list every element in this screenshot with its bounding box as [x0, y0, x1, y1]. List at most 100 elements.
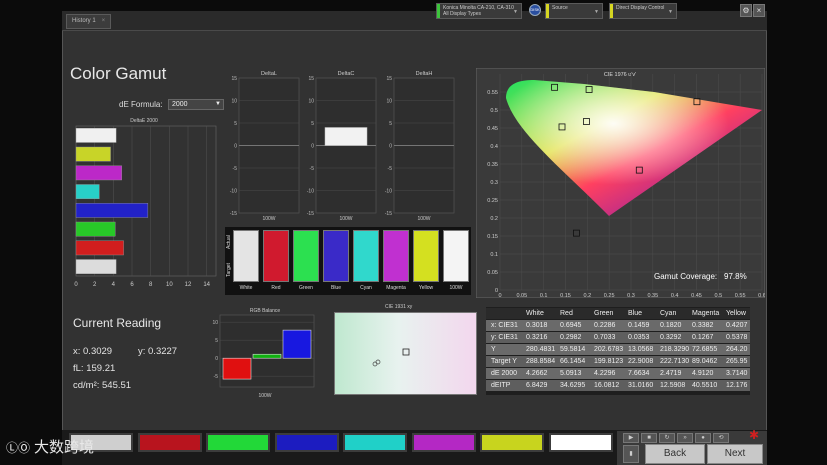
- deltae-bar-chart: DeltaE 2000 0 2 4 6 8 10 12 14: [74, 118, 217, 288]
- delta-tick-label: -5: [388, 166, 393, 172]
- rgb-bar-g: [252, 353, 282, 359]
- color-tile-cyan: [353, 230, 379, 282]
- table-cell: 0.7033: [594, 334, 616, 341]
- patch-swatch[interactable]: [137, 433, 202, 452]
- color-tile-label: Yellow: [418, 285, 434, 291]
- color-tile-yellow: [413, 230, 439, 282]
- table-header-cell: Green: [594, 310, 614, 317]
- display-control-select[interactable]: Direct Display Control ▼: [609, 3, 677, 19]
- cie76-x-tick: 0.15: [560, 293, 571, 298]
- cie76-x-tick: 0.05: [516, 293, 527, 298]
- gear-icon[interactable]: ⚙: [740, 4, 752, 17]
- table-cell: 264.20: [726, 346, 748, 353]
- table-cell: 218.3290: [660, 346, 690, 353]
- color-tile-red: [263, 230, 289, 282]
- current-reading-title: Current Reading: [73, 316, 162, 330]
- table-cell: 0.2982: [560, 334, 582, 341]
- table-cell: 22.9008: [628, 358, 654, 365]
- cie76-y-tick: 0.45: [487, 126, 498, 132]
- delta-tick-label: 0: [234, 144, 237, 150]
- reading-y: y: 0.3227: [138, 346, 178, 357]
- stop-button-icon[interactable]: ■: [641, 433, 657, 443]
- watermark: ⓁⓄ 大数跨境: [6, 436, 94, 457]
- patch-swatch[interactable]: [343, 433, 407, 452]
- color-tile-magenta: [383, 230, 409, 282]
- source-status-bar: [546, 4, 549, 18]
- table-cell: 16.0812: [594, 382, 620, 389]
- rgb-bar-b: [282, 329, 312, 359]
- patch-swatch[interactable]: [274, 433, 339, 452]
- table-cell: 265.95: [726, 358, 748, 365]
- source-label: Source: [552, 5, 568, 11]
- chevron-down-icon: ▼: [215, 101, 221, 107]
- loop-icon[interactable]: ↻: [659, 433, 675, 443]
- pause-icon[interactable]: ▮: [623, 445, 639, 463]
- close-icon[interactable]: ×: [753, 4, 765, 17]
- rgb-tick-label: 0: [215, 356, 218, 362]
- delta-tick-label: -15: [385, 211, 392, 217]
- table-cell: 222.7130: [660, 358, 690, 365]
- table-cell: 72.6855: [692, 346, 718, 353]
- patch-swatch[interactable]: [411, 433, 476, 452]
- rgb-tick-label: -5: [214, 374, 219, 380]
- delta-tick-label: 5: [234, 121, 237, 127]
- next-button[interactable]: Next: [707, 444, 763, 464]
- cie76-y-tick: 0: [495, 288, 498, 294]
- patch-swatch[interactable]: [480, 433, 544, 452]
- cie76-y-tick: 0.1: [490, 252, 498, 258]
- cie1976-title: CIE 1976 u'v': [604, 72, 636, 78]
- deltae-bar-cyan: [75, 184, 100, 199]
- source-select[interactable]: Source ▼: [545, 3, 603, 19]
- table-header-cell: Yellow: [726, 310, 746, 317]
- patch-swatch[interactable]: [548, 433, 613, 452]
- table-cell: 12.5908: [660, 382, 686, 389]
- device-status-bar: [437, 4, 440, 18]
- disk-icon[interactable]: DISK: [529, 4, 541, 16]
- table-cell: 3.7140: [726, 370, 748, 377]
- patch-swatch[interactable]: [206, 433, 270, 452]
- table-header-cell: Blue: [628, 310, 643, 317]
- back-button[interactable]: Back: [645, 444, 705, 464]
- record-icon[interactable]: ●: [695, 433, 711, 443]
- de-formula-select[interactable]: 2000 ▼: [168, 99, 224, 110]
- cie76-y-tick: 0.4: [490, 144, 498, 150]
- table-cell: 66.1454: [560, 358, 586, 365]
- table-cell: 0.4207: [726, 322, 748, 329]
- table-cell: 89.0462: [692, 358, 718, 365]
- rgb-tick-label: 10: [212, 320, 218, 326]
- step-icon[interactable]: »: [677, 433, 693, 443]
- table-cell: 0.3382: [692, 322, 714, 329]
- table-cell: 2.4719: [660, 370, 682, 377]
- cie76-x-tick: 0.2: [584, 293, 592, 298]
- chevron-down-icon: ▼: [513, 9, 518, 15]
- cie76-x-tick: 0: [498, 293, 501, 298]
- play-icon[interactable]: ▶: [623, 433, 639, 443]
- color-tiles-panel: Actual Target White Red Green Blue Cyan Magen…: [225, 227, 471, 295]
- rgb-balance-label: 100W: [258, 393, 271, 399]
- color-tile-100w: [443, 230, 469, 282]
- table-cell: y: CIE31: [491, 334, 518, 341]
- history-tab[interactable]: History 1 ×: [66, 14, 112, 29]
- table-cell: 0.1820: [660, 322, 682, 329]
- delta-tick-label: -10: [307, 189, 314, 195]
- rgb-balance-title: RGB Balance: [250, 308, 281, 314]
- meter-device-select[interactable]: Konica Minolta CA-210, CA-310 All Displa…: [436, 3, 522, 19]
- delta-tick-label: 5: [311, 121, 314, 127]
- cie76-x-tick: 0.25: [604, 293, 615, 298]
- repeat-icon[interactable]: ⟲: [713, 433, 729, 443]
- stop-icon[interactable]: ✱: [749, 428, 759, 442]
- rgb-tick-label: 5: [215, 338, 218, 344]
- deltae-bar-red: [75, 240, 124, 256]
- table-cell: 0.3018: [526, 322, 548, 329]
- table-cell: 280.4831: [526, 346, 556, 353]
- delta-tick-label: -10: [230, 189, 237, 195]
- cie1931-title: CIE 1931 xy: [385, 304, 413, 310]
- delta-tick-label: -5: [310, 166, 315, 172]
- rgb-balance-chart: RGB Balance 10 5 0 -5 100W: [212, 308, 315, 399]
- cie76-x-tick: 0.45: [691, 293, 702, 298]
- deltae-bar-white: [75, 128, 117, 143]
- tab-close-icon[interactable]: ×: [102, 18, 106, 24]
- table-cell: 0.6945: [560, 322, 582, 329]
- table-cell: dE 2000: [491, 370, 518, 377]
- cie1976-gamut-chart: CIE 1976 u'v' 0 0.05 0.1 0.15 0.2 0.25 0.3 0.35…: [476, 68, 765, 298]
